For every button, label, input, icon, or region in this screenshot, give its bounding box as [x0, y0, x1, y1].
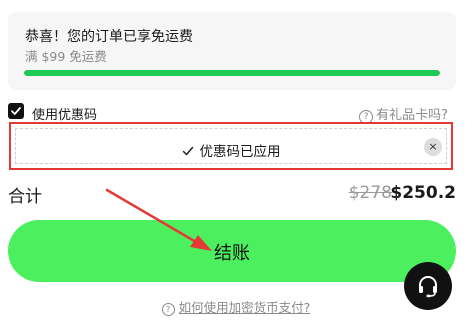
coupon-applied-text: 优惠码已应用 — [199, 144, 281, 160]
remove-coupon-button[interactable]: × — [424, 138, 442, 156]
checkout-button-label: 结账 — [214, 243, 250, 263]
coupon-highlight-box: 优惠码已应用 × — [9, 122, 453, 170]
headset-icon — [419, 276, 437, 298]
shipping-subtitle: 满 $99 免运费 — [25, 49, 107, 64]
gift-card-link[interactable]: ? 有礼品卡吗? — [359, 104, 448, 124]
gift-card-link-text: 有礼品卡吗? — [376, 108, 448, 123]
support-chat-button[interactable] — [404, 262, 452, 310]
total-label: 合计 — [8, 187, 42, 207]
coupon-applied-field: 优惠码已应用 × — [15, 128, 447, 164]
use-coupon-label: 使用优惠码 — [32, 108, 98, 123]
crypto-payment-link[interactable]: ? 如何使用加密货币支付? — [0, 297, 472, 316]
original-price: $278 — [348, 183, 392, 203]
check-icon — [182, 146, 193, 156]
checkout-button[interactable]: 结账 — [8, 220, 456, 282]
shipping-progress-bar — [24, 70, 440, 76]
coupon-applied-status: 优惠码已应用 — [16, 140, 446, 160]
coupon-row: 使用优惠码 ? 有礼品卡吗? — [8, 102, 456, 124]
use-coupon-checkbox[interactable] — [8, 103, 24, 119]
shipping-title: 恭喜！您的订单已享免运费 — [25, 29, 193, 45]
final-price: $250.2 — [390, 183, 456, 203]
shipping-progress-fill — [24, 70, 440, 76]
crypto-payment-link-text: 如何使用加密货币支付? — [178, 300, 311, 315]
free-shipping-card: 恭喜！您的订单已享免运费 满 $99 免运费 — [8, 12, 456, 90]
checkmark-icon — [11, 107, 21, 115]
question-circle-icon: ? — [161, 303, 175, 316]
